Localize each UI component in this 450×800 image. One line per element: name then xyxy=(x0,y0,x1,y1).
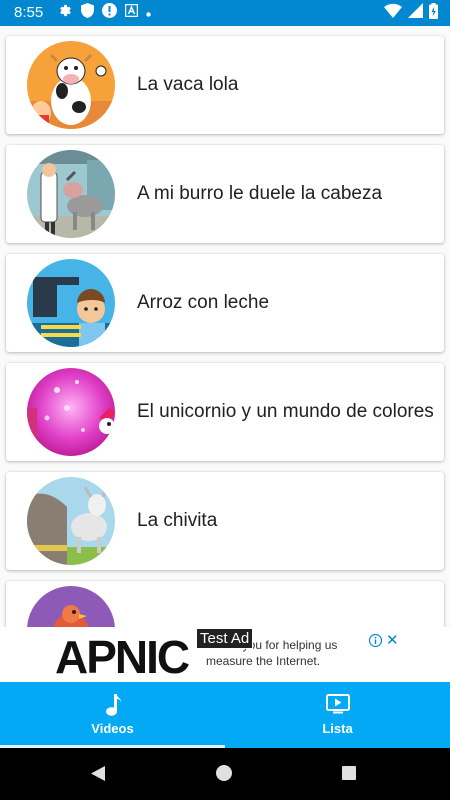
song-title: A mi burro le duele la cabeza xyxy=(137,183,383,204)
song-card[interactable]: A mi burro le duele la cabeza xyxy=(6,145,444,243)
song-card[interactable] xyxy=(6,581,444,627)
bottom-navigation: Videos Lista xyxy=(0,682,450,748)
status-time: 8:55 xyxy=(14,4,44,21)
sewing-boy-thumbnail xyxy=(27,259,115,347)
info-icon[interactable] xyxy=(368,633,383,648)
song-title: La chivita xyxy=(137,510,218,531)
tab-videos-label: Videos xyxy=(91,721,134,736)
status-bar: 8:55 xyxy=(0,0,450,26)
song-title xyxy=(137,581,434,627)
song-card[interactable]: La chivita xyxy=(6,472,444,570)
gear-icon xyxy=(58,3,73,23)
home-icon[interactable] xyxy=(216,765,232,781)
music-note-icon xyxy=(0,694,225,716)
tab-lista-label: Lista xyxy=(322,721,353,736)
tab-lista[interactable]: Lista xyxy=(225,682,450,748)
bird-thumbnail xyxy=(27,586,115,627)
recent-apps-icon[interactable] xyxy=(342,766,356,780)
back-icon[interactable] xyxy=(90,765,106,787)
song-title: El unicornio y un mundo de colores xyxy=(137,401,434,422)
song-title: Arroz con leche xyxy=(137,292,270,313)
tab-videos[interactable]: Videos xyxy=(0,682,225,748)
dot-icon xyxy=(146,4,151,22)
cow-thumbnail xyxy=(27,41,115,129)
song-card[interactable]: La vaca lola xyxy=(6,36,444,134)
shield-icon xyxy=(81,3,94,23)
alert-icon xyxy=(102,3,117,23)
song-card[interactable]: Arroz con leche xyxy=(6,254,444,352)
a-box-icon xyxy=(124,3,139,22)
system-nav-bar xyxy=(0,748,450,800)
wifi-icon xyxy=(384,3,402,23)
song-list[interactable]: La vaca lola A mi burro le duele la cabe… xyxy=(0,26,450,627)
close-icon[interactable]: ✕ xyxy=(386,631,399,649)
ad-logo: APNIC xyxy=(55,631,190,682)
donkey-doctor-thumbnail xyxy=(27,150,115,238)
song-title: La vaca lola xyxy=(137,74,239,95)
pink-unicorn-thumbnail xyxy=(27,368,115,456)
battery-icon xyxy=(429,2,438,24)
play-screen-icon xyxy=(225,694,450,716)
song-card[interactable]: El unicornio y un mundo de colores xyxy=(6,363,444,461)
test-ad-label: Test Ad xyxy=(196,628,254,649)
ad-banner[interactable]: APNIC Thank you for helping us measure t… xyxy=(0,627,450,682)
goat-thumbnail xyxy=(27,477,115,565)
signal-icon xyxy=(408,3,423,23)
